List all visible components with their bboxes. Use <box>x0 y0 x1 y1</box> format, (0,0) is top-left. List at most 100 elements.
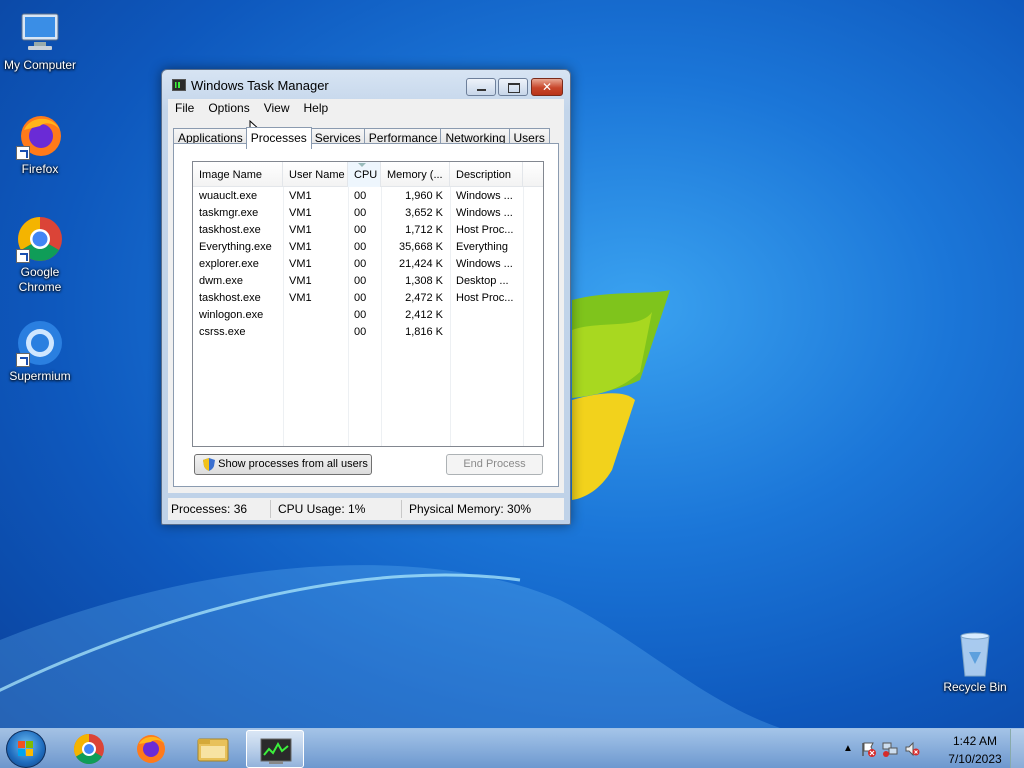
taskbar-file-explorer[interactable] <box>184 730 242 768</box>
system-tray: ▲ 1:42 AM 7/10/2023 <box>834 729 1024 768</box>
sort-arrow-icon <box>358 163 366 167</box>
table-row[interactable]: wuauclt.exe VM1 00 1,960 K Windows ... <box>193 188 543 205</box>
cell-image: taskhost.exe <box>199 292 261 304</box>
process-list[interactable]: Image Name User Name CPU Memory (... Des… <box>192 161 544 447</box>
desktop-icon-supermium[interactable]: Supermium <box>0 319 80 384</box>
cell-description: Everything <box>456 241 508 253</box>
cell-cpu: 00 <box>354 275 367 287</box>
status-separator <box>270 500 271 518</box>
show-all-processes-button[interactable]: Show processes from all users <box>194 454 372 475</box>
cell-memory: 35,668 K <box>398 241 443 253</box>
chrome-icon <box>73 734 104 765</box>
cell-cpu: 00 <box>354 292 367 304</box>
firefox-icon <box>137 735 165 763</box>
cell-cpu: 00 <box>354 258 367 270</box>
table-row[interactable]: csrss.exe 00 1,816 K <box>193 324 543 341</box>
column-memory[interactable]: Memory (... <box>381 162 450 187</box>
column-description[interactable]: Description <box>450 162 523 187</box>
shortcut-arrow-icon <box>16 353 30 367</box>
cell-image: csrss.exe <box>199 326 246 338</box>
tab-processes[interactable]: Processes <box>245 127 312 149</box>
column-user-name[interactable]: User Name <box>283 162 348 187</box>
windows-logo-icon <box>18 741 33 756</box>
cell-memory: 3,652 K <box>405 207 443 219</box>
clock-time: 1:42 AM <box>952 734 998 748</box>
shortcut-arrow-icon <box>16 249 30 263</box>
cell-memory: 1,960 K <box>405 190 443 202</box>
table-row[interactable]: winlogon.exe 00 2,412 K <box>193 307 543 324</box>
show-all-processes-label: Show processes from all users <box>218 458 368 470</box>
cell-image: explorer.exe <box>199 258 259 270</box>
status-cpu-usage: CPU Usage: 1% <box>278 502 366 516</box>
cell-image: Everything.exe <box>199 241 272 253</box>
maximize-button[interactable] <box>498 78 528 96</box>
show-desktop-button[interactable] <box>1010 729 1024 768</box>
taskbar-task-manager[interactable] <box>246 730 304 768</box>
table-row[interactable]: taskhost.exe VM1 00 2,472 K Host Proc... <box>193 290 543 307</box>
column-cpu[interactable]: CPU <box>348 162 381 187</box>
cell-image: wuauclt.exe <box>199 190 258 202</box>
end-process-button[interactable]: End Process <box>446 454 543 475</box>
table-row[interactable]: taskmgr.exe VM1 00 3,652 K Windows ... <box>193 205 543 222</box>
cell-user: VM1 <box>289 241 312 253</box>
cell-description: Desktop ... <box>456 275 509 287</box>
volume-muted-icon[interactable] <box>904 741 920 757</box>
cell-description: Windows ... <box>456 207 513 219</box>
action-center-flag-icon[interactable] <box>860 741 876 757</box>
desktop-icon-recycle-bin[interactable]: Recycle Bin <box>935 630 1015 695</box>
status-processes: Processes: 36 <box>171 502 248 516</box>
show-hidden-icons-icon[interactable]: ▲ <box>840 741 856 757</box>
start-button[interactable] <box>6 730 46 768</box>
table-row[interactable]: taskhost.exe VM1 00 1,712 K Host Proc... <box>193 222 543 239</box>
file-explorer-icon <box>197 738 229 762</box>
cell-memory: 1,308 K <box>405 275 443 287</box>
cell-memory: 21,424 K <box>398 258 443 270</box>
cell-memory: 1,712 K <box>405 224 443 236</box>
taskbar-chrome[interactable] <box>60 730 118 768</box>
menu-options[interactable]: Options <box>201 99 256 117</box>
menu-help[interactable]: Help <box>297 99 336 117</box>
desktop-icon-my-computer[interactable]: My Computer <box>0 8 80 73</box>
window-client-area: Applications Processes Services Performance… <box>168 119 564 493</box>
firefox-icon <box>16 112 64 160</box>
taskbar-firefox[interactable] <box>122 730 180 768</box>
close-icon: ✕ <box>541 80 553 94</box>
cell-cpu: 00 <box>354 326 367 338</box>
cell-cpu: 00 <box>354 190 367 202</box>
taskbar-clock[interactable]: 1:42 AM 7/10/2023 <box>940 734 1010 767</box>
column-image-name[interactable]: Image Name <box>193 162 283 187</box>
column-cpu-label: CPU <box>354 169 378 181</box>
cell-cpu: 00 <box>354 241 367 253</box>
network-icon[interactable] <box>882 741 898 757</box>
task-manager-window[interactable]: Windows Task Manager ✕ File Options View He… <box>161 69 571 525</box>
desktop-icon-firefox[interactable]: Firefox <box>0 112 80 177</box>
desktop-icon-google-chrome[interactable]: Google Chrome <box>0 215 80 295</box>
status-separator <box>401 500 402 518</box>
list-header: Image Name User Name CPU Memory (... Des… <box>193 162 543 187</box>
cell-description: Host Proc... <box>456 224 514 236</box>
cell-description: Host Proc... <box>456 292 514 304</box>
cell-user: VM1 <box>289 292 312 304</box>
menu-file[interactable]: File <box>168 99 201 117</box>
close-button[interactable]: ✕ <box>531 78 563 96</box>
clock-date: 7/10/2023 <box>948 752 1002 766</box>
menu-view[interactable]: View <box>257 99 297 117</box>
table-row[interactable]: dwm.exe VM1 00 1,308 K Desktop ... <box>193 273 543 290</box>
desktop-icon-label: Google Chrome <box>18 265 62 294</box>
shield-icon <box>203 458 215 471</box>
title-bar[interactable]: Windows Task Manager ✕ <box>162 70 570 100</box>
task-manager-icon <box>260 738 292 764</box>
chrome-icon <box>16 215 64 263</box>
task-manager-icon <box>172 79 186 91</box>
desktop-icon-label: Firefox <box>21 162 59 176</box>
desktop-icon-label: Recycle Bin <box>943 680 1007 694</box>
cell-memory: 2,412 K <box>405 309 443 321</box>
tab-strip: Applications Processes Services Performance… <box>173 125 550 149</box>
status-bar: Processes: 36 CPU Usage: 1% Physical Mem… <box>168 498 564 520</box>
minimize-button[interactable] <box>466 78 496 96</box>
table-row[interactable]: Everything.exe VM1 00 35,668 K Everythin… <box>193 239 543 256</box>
cell-user: VM1 <box>289 207 312 219</box>
cell-image: taskmgr.exe <box>199 207 259 219</box>
table-row[interactable]: explorer.exe VM1 00 21,424 K Windows ... <box>193 256 543 273</box>
computer-icon <box>16 8 64 56</box>
